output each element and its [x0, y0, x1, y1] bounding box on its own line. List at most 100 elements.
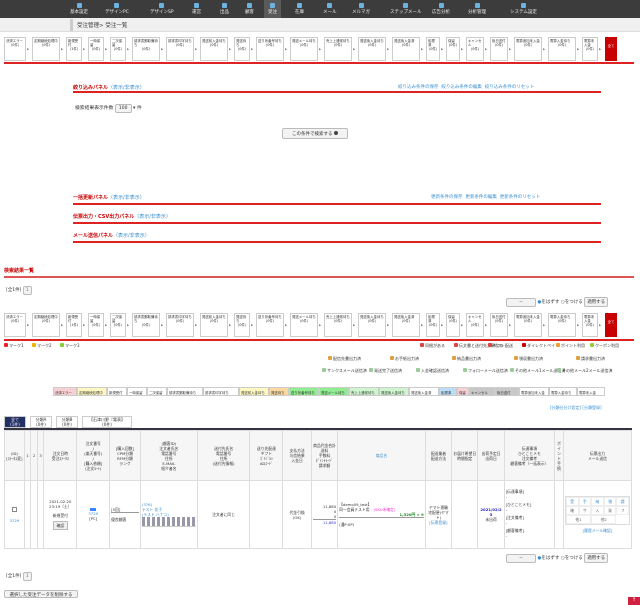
nav-item-7[interactable]: 在庫 — [291, 0, 308, 18]
status-5[interactable]: 請求書郵取備待ち (0件) — [132, 313, 160, 337]
status-9[interactable]: 送り状番号待ち (0件) — [256, 37, 284, 61]
column-header-12[interactable]: 商品名 — [337, 430, 426, 481]
status-16[interactable]: キャンセル (0件) — [466, 37, 484, 61]
status-11[interactable]: 売上上通常待ち (0件) — [324, 37, 352, 61]
tab-0[interactable]: 全て (1件) — [4, 416, 26, 428]
bulk-reset-link[interactable]: 更新条件のリセット — [500, 195, 541, 200]
class-sort-settings-link[interactable]: [分類仕分け設定] — [550, 405, 581, 410]
status-12[interactable]: 発送後入金待ち (0件) — [358, 313, 386, 337]
status-9[interactable]: 送り状番号待ち (0件) — [256, 313, 284, 337]
order-id-link[interactable]: 3729 — [10, 518, 20, 523]
status-13[interactable]: 発送後入金済 (0件) — [392, 313, 420, 337]
mail-cell-3[interactable]: 領 — [603, 497, 617, 506]
mail-history-link[interactable]: [履歴メール確認] — [565, 528, 630, 533]
status-all-button[interactable]: 全て — [605, 313, 617, 337]
status-15[interactable]: 保留 (0件) — [446, 313, 460, 337]
nav-item-10[interactable]: ステップメール — [386, 0, 426, 18]
register-slip-link[interactable]: [伝票登録] — [429, 520, 447, 525]
page-1[interactable]: 1 — [22, 286, 32, 295]
nav-item-6[interactable]: 受注 — [264, 0, 281, 18]
status-6[interactable]: 請求書印字待ち (0件) — [166, 37, 194, 61]
customer-link[interactable]: (376) テスト 花子 (テスト ハナコ) — [142, 502, 196, 517]
mail-cell-4[interactable]: 請 — [616, 497, 629, 506]
mail-cell-11[interactable]: 他2 — [591, 515, 617, 524]
nav-item-9[interactable]: メルマガ — [348, 0, 374, 18]
tab-2[interactable]: 分類B (0件) — [56, 416, 78, 428]
mail-cell-10[interactable]: 他1 — [565, 515, 592, 524]
status-17[interactable]: 後日送付 (0件) — [490, 37, 508, 61]
status-18[interactable]: 電算追加未入金 (0件) — [514, 37, 542, 61]
nav-item-11[interactable]: 広告分析 — [428, 0, 454, 18]
bulk-toggle[interactable]: （表示/非表示） — [108, 195, 145, 201]
status-0[interactable]: 決済エラー (0件) — [4, 313, 26, 337]
status-19[interactable]: 電算入金待ち (0件) — [548, 313, 576, 337]
status-4[interactable]: 二次保留 (0件) — [110, 37, 126, 61]
status-10[interactable]: 発送メール待ち (0件) — [290, 37, 318, 61]
status-17[interactable]: 後日送付 (0件) — [490, 313, 508, 337]
nav-item-4[interactable]: 出品 — [216, 0, 233, 18]
tab-3[interactable]: 【石津川野『電表】 (0件) — [82, 416, 132, 428]
apply-button-bottom[interactable]: 適用する — [584, 553, 609, 563]
filter-save-link[interactable]: 絞り込み条件の保存 — [398, 85, 439, 90]
bulk-save-link[interactable]: 更新条件の保存 — [431, 195, 463, 200]
mail-toggle[interactable]: （表示/非表示） — [113, 233, 150, 239]
nav-item-5[interactable]: 顧客 — [241, 0, 258, 18]
row-checkbox[interactable] — [11, 506, 17, 512]
mail-cell-0[interactable]: 受 — [565, 497, 579, 506]
status-3[interactable]: 一時保留 (0件) — [88, 37, 104, 61]
status-20[interactable]: 電算未入金 (0件) — [582, 37, 598, 61]
result-count-select[interactable]: 100 — [114, 104, 132, 113]
status-6[interactable]: 請求書印字待ち (0件) — [166, 313, 194, 337]
status-19[interactable]: 電算入金待ち (0件) — [548, 37, 576, 61]
search-button[interactable]: この条件で検索する — [282, 128, 348, 139]
status-18[interactable]: 電算追加未入金 (0件) — [514, 313, 542, 337]
status-14[interactable]: 処理済 (0件) — [426, 37, 440, 61]
status-8[interactable]: 発送待ち (0件) — [234, 313, 250, 337]
filter-reset-link[interactable]: 絞り込み条件のリセット — [485, 85, 535, 90]
nav-item-12[interactable]: 分析管理 — [464, 0, 490, 18]
nav-item-0[interactable]: 基本設定 — [66, 0, 92, 18]
tab-1[interactable]: 分類A (0件) — [30, 416, 52, 428]
status-15[interactable]: 保留 (0件) — [446, 37, 460, 61]
status-7[interactable]: 発送前入金待ち (0件) — [200, 313, 228, 337]
scroll-top-button[interactable]: ↑ — [628, 597, 640, 605]
status-20[interactable]: 電算未入金 (0件) — [582, 313, 598, 337]
nav-item-8[interactable]: メール — [319, 0, 341, 18]
mark-select-bottom[interactable]: -- — [506, 554, 536, 563]
status-8[interactable]: 発送待ち (0件) — [234, 37, 250, 61]
nav-item-1[interactable]: デザインPC — [101, 0, 133, 18]
mail-cell-9[interactable]: フ — [616, 506, 629, 515]
status-1[interactable]: 定期継続処理中 (0件) — [32, 313, 60, 337]
class-register-link[interactable]: [分類登録] — [582, 405, 601, 410]
status-2[interactable]: 新規受付 (1件) — [66, 313, 82, 337]
mail-cell-5[interactable]: 確 — [565, 506, 579, 515]
page-1-bottom[interactable]: 1 — [22, 572, 32, 581]
apply-button[interactable]: 適用する — [584, 297, 609, 307]
status-5[interactable]: 請求書郵取備待ち (0件) — [132, 37, 160, 61]
status-2[interactable]: 新規受付 (1件) — [66, 37, 82, 61]
mail-cell-8[interactable]: 発 — [603, 506, 617, 515]
csv-toggle[interactable]: （表示/非表示） — [134, 214, 171, 220]
status-0[interactable]: 決済エラー (0件) — [4, 37, 26, 61]
delete-selected-button[interactable]: 選択した受注データを削除する — [4, 590, 78, 598]
status-7[interactable]: 発送前入金待ち (0件) — [200, 37, 228, 61]
status-13[interactable]: 発送後入金済 (0件) — [392, 37, 420, 61]
status-4[interactable]: 二次保留 (0件) — [110, 313, 126, 337]
nav-item-2[interactable]: デザインSP — [146, 0, 178, 18]
status-12[interactable]: 発送後入金待ち (0件) — [358, 37, 386, 61]
mail-cell-7[interactable]: 入 — [591, 506, 604, 515]
status-10[interactable]: 発送メール待ち (0件) — [290, 313, 318, 337]
mail-cell-2[interactable]: 納 — [591, 497, 604, 506]
nav-item-3[interactable]: 運営 — [188, 0, 205, 18]
status-all-button[interactable]: 全て — [605, 37, 617, 61]
status-1[interactable]: 定期継続処理中 (0件) — [32, 37, 60, 61]
status-16[interactable]: キャンセル (0件) — [466, 313, 484, 337]
status-14[interactable]: 処理済 (0件) — [426, 313, 440, 337]
mail-cell-6[interactable]: サ — [578, 506, 592, 515]
status-3[interactable]: 一時保留 (0件) — [88, 313, 104, 337]
confirm-button[interactable]: 確認 — [52, 521, 69, 530]
filter-edit-link[interactable]: 絞り込み条件の編集 — [441, 85, 482, 90]
nav-item-13[interactable]: システム設定 — [506, 0, 541, 18]
status-11[interactable]: 売上上通常待ち (0件) — [324, 313, 352, 337]
mark-select[interactable]: -- — [506, 298, 536, 307]
